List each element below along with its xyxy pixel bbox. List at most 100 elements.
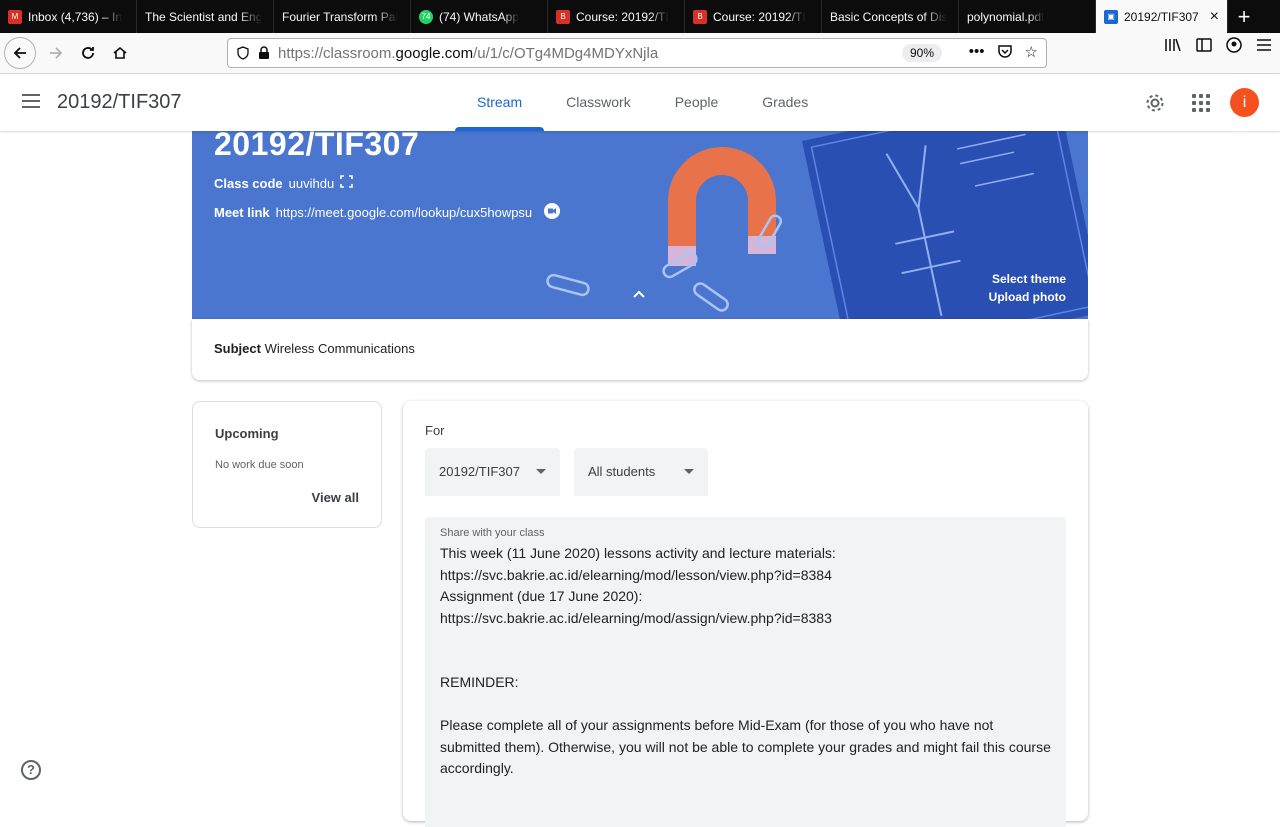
banner-actions: Select theme Upload photo (989, 270, 1066, 306)
close-icon[interactable]: × (1206, 8, 1219, 26)
classroom-icon: ▣ (1104, 9, 1118, 24)
lock-icon[interactable] (258, 46, 270, 60)
menu-icon[interactable] (1256, 38, 1272, 57)
for-label: For (425, 423, 445, 438)
url-host: google.com (395, 44, 474, 62)
bookmark-star-icon[interactable]: ☆ (1025, 43, 1038, 63)
body-line: This week (11 June 2020) lessons activit… (440, 545, 836, 561)
apps-grid-icon[interactable] (1192, 94, 1210, 112)
class-select-value: 20192/TIF307 (439, 464, 520, 479)
url-bar[interactable]: https://classroom. google.com/u/1/c/OTg4M… (227, 38, 1047, 68)
url-path: /u/1/c/OTg4MDg4MDYxNjla (473, 44, 659, 62)
sidebar-icon[interactable] (1196, 38, 1212, 57)
announcement-body[interactable]: This week (11 June 2020) lessons activit… (440, 543, 1051, 780)
gmail-icon: M (8, 9, 22, 24)
moodle-icon: B (556, 9, 570, 24)
browser-tab[interactable]: 74 (74) WhatsApp (411, 0, 548, 33)
body-line: Please complete all of your assignments … (440, 717, 1051, 776)
zoom-indicator[interactable]: 90% (901, 44, 942, 62)
reload-icon (82, 47, 94, 59)
fullscreen-icon[interactable] (340, 175, 354, 191)
arrow-left-icon (13, 47, 26, 59)
announcement-composer: For 20192/TIF307 All students Share with… (403, 401, 1088, 827)
tab-title: Fourier Transform Pai (282, 9, 399, 24)
browser-tab[interactable]: B Course: 20192/TI (685, 0, 822, 33)
browser-tab-active[interactable]: ▣ 20192/TIF307 × (1096, 0, 1228, 33)
video-camera-icon[interactable] (544, 203, 561, 222)
class-select[interactable]: 20192/TIF307 (425, 448, 560, 496)
meet-link-row: Meet link https://meet.google.com/lookup… (214, 203, 561, 222)
browser-tab[interactable]: M Inbox (4,736) – In (0, 0, 137, 33)
tab-title: (74) WhatsApp (439, 9, 520, 24)
avatar[interactable]: i (1230, 88, 1259, 117)
tab-grades[interactable]: Grades (740, 74, 830, 131)
tab-title: Course: 20192/TI (576, 9, 669, 24)
browser-tab-strip: M Inbox (4,736) – In The Scientist and E… (0, 0, 1280, 33)
body-line: Assignment (due 17 June 2020): (440, 588, 643, 604)
body-line (440, 694, 1051, 716)
upcoming-title: Upcoming (215, 426, 279, 441)
account-icon[interactable] (1226, 37, 1242, 58)
audience-select[interactable]: All students (574, 448, 708, 496)
announcement-textarea[interactable]: Share with your class This week (11 June… (425, 517, 1066, 827)
back-button[interactable] (4, 37, 36, 69)
browser-tab[interactable]: Basic Concepts of Dis (822, 0, 959, 33)
class-banner: 20192/TIF307 Class code uuvihdu Meet lin… (192, 131, 1088, 319)
browser-tab[interactable]: B Course: 20192/TI (548, 0, 685, 33)
class-code-value: uuvihdu (288, 175, 335, 191)
select-theme-link[interactable]: Select theme (989, 270, 1066, 288)
tab-title: Course: 20192/TI (713, 9, 806, 24)
whatsapp-icon: 74 (419, 9, 433, 24)
new-tab-button[interactable]: + (1228, 0, 1260, 33)
class-code-row: Class code uuvihdu (214, 175, 354, 191)
caret-down-icon (536, 469, 546, 474)
main-menu-icon[interactable] (22, 94, 40, 108)
moodle-icon: B (693, 9, 707, 24)
tab-people[interactable]: People (653, 74, 741, 131)
shield-icon[interactable] (236, 46, 250, 60)
tab-title: polynomial.pdf (967, 9, 1045, 24)
browser-tab[interactable]: polynomial.pdf (959, 0, 1096, 33)
class-title[interactable]: 20192/TIF307 (57, 91, 182, 114)
class-tabs: Stream Classwork People Grades (455, 74, 830, 131)
caret-down-icon (684, 469, 694, 474)
pocket-icon[interactable] (997, 43, 1013, 63)
class-code-label: Class code (214, 175, 283, 191)
body-line: https://svc.bakrie.ac.id/elearning/mod/a… (440, 609, 832, 626)
tab-title: Basic Concepts of Dis (830, 9, 948, 24)
more-actions-icon[interactable]: ••• (969, 43, 985, 63)
classroom-header: 20192/TIF307 Stream Classwork People Gra… (0, 74, 1280, 131)
chevron-up-icon[interactable] (632, 286, 646, 302)
body-line: https://svc.bakrie.ac.id/elearning/mod/l… (440, 566, 832, 583)
audience-select-value: All students (588, 464, 656, 479)
body-line (440, 651, 1051, 673)
home-button[interactable] (104, 37, 136, 69)
tab-stream[interactable]: Stream (455, 74, 545, 131)
tab-classwork[interactable]: Classwork (544, 74, 653, 131)
tab-title: 20192/TIF307 (1124, 9, 1199, 24)
body-line: REMINDER: (440, 674, 519, 690)
tab-title: The Scientist and Eng (145, 9, 263, 24)
home-icon (113, 46, 127, 59)
upload-photo-link[interactable]: Upload photo (989, 288, 1066, 306)
forward-button[interactable] (40, 37, 72, 69)
upcoming-empty-text: No work due soon (215, 459, 304, 471)
subject-card: Subject Wireless Communications (192, 319, 1088, 380)
browser-tab[interactable]: The Scientist and Eng (137, 0, 274, 33)
library-icon[interactable] (1164, 37, 1182, 58)
view-all-link[interactable]: View all (312, 490, 359, 505)
arrow-right-icon (50, 47, 63, 59)
reload-button[interactable] (72, 37, 104, 69)
meet-link[interactable]: https://meet.google.com/lookup/cux5howps… (276, 205, 533, 220)
gear-icon[interactable] (1144, 92, 1166, 120)
url-prefix: https://classroom. (278, 44, 396, 62)
body-line (440, 629, 1051, 651)
browser-tab[interactable]: Fourier Transform Pai (274, 0, 411, 33)
upcoming-card: Upcoming No work due soon View all (192, 401, 382, 528)
subject-value: Wireless Communications (264, 341, 415, 356)
meet-link-label: Meet link (214, 205, 270, 220)
banner-title: 20192/TIF307 (214, 131, 420, 162)
subject-line: Subject Wireless Communications (214, 341, 415, 356)
share-label: Share with your class (440, 527, 545, 539)
help-icon[interactable]: ? (21, 760, 41, 780)
